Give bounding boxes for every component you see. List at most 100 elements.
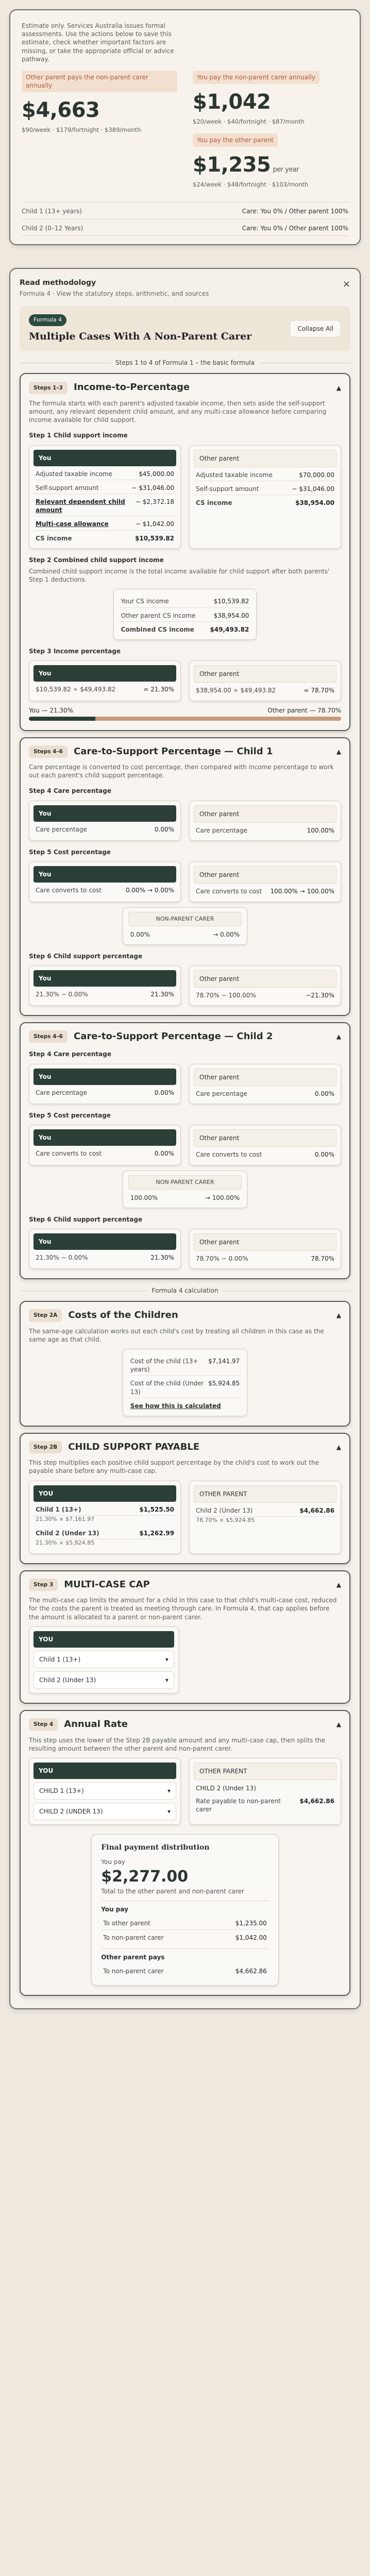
row-value: 0.00% xyxy=(314,1090,334,1097)
item-label: Child 2 (Under 13) xyxy=(39,1676,96,1684)
child-care-list: Child 1 (13+ years) Care: You 0% / Other … xyxy=(22,202,348,236)
row-label-link[interactable]: Relevant dependent child amount xyxy=(36,498,131,514)
row-value: $1,525.50 xyxy=(139,1505,174,1513)
row-label: Self-support amount xyxy=(36,484,99,492)
calc-text: $10,539.82 ÷ $49,493.82 xyxy=(36,686,116,693)
chevron-up-icon[interactable]: ▲ xyxy=(337,384,341,392)
cap-child-item[interactable]: Child 1 (13+) ▾ xyxy=(33,1650,174,1669)
row-value: 100.00% → 100.00% xyxy=(270,888,334,895)
row-label-link[interactable]: Multi-case allowance xyxy=(36,520,109,528)
cs-row: 78.70% − 100.00% −21.30% xyxy=(194,988,337,1001)
methodology-subtitle: Formula 4 · View the statutory steps, ar… xyxy=(20,290,209,297)
step-description: The same-age calculation works out each … xyxy=(29,1327,324,1343)
other-cs-percentage-card: Other parent 78.70% − 0.00% 78.70% xyxy=(189,1228,341,1269)
non-parent-carer-card: NON-PARENT CARER 0.00% → 0.00% xyxy=(122,907,248,945)
step-title: CHILD SUPPORT PAYABLE xyxy=(68,1441,200,1452)
row-label: Cost of the child (13+ years) xyxy=(130,1357,198,1374)
you-pay-group: You pay To other parent $1,235.00 To non-… xyxy=(101,1901,269,1943)
income-split-bar xyxy=(29,716,341,721)
step-description: This step multiplies each positive child… xyxy=(29,1459,319,1475)
row-value: − $31,046.00 xyxy=(292,485,334,493)
distribution-row: To other parent $1,235.00 xyxy=(101,1916,269,1930)
row-value: 0.00% xyxy=(154,825,174,833)
step-subheading: Step 1 Child support income xyxy=(29,432,128,439)
step-title: Costs of the Children xyxy=(68,1310,178,1321)
row-value: $1,235.00 xyxy=(235,1920,267,1927)
row-label: Rate payable to non-parent carer xyxy=(196,1798,281,1814)
chevron-up-icon[interactable]: ▲ xyxy=(337,1032,341,1041)
chevron-up-icon[interactable]: ▲ xyxy=(337,1720,341,1728)
you-percentage-card: You $10,539.82 ÷ $49,493.82 = 21.30% xyxy=(29,660,181,701)
party-head: OTHER PARENT xyxy=(194,1485,337,1503)
party-head: YOU xyxy=(33,1631,174,1648)
calc-result: 78.70% xyxy=(311,1255,334,1262)
other-care-card: Other parent Care percentage 100.00% xyxy=(189,800,341,841)
chevron-up-icon[interactable]: ▲ xyxy=(337,1443,341,1451)
you-cs-percentage-card: You 21.30% − 0.00% 21.30% xyxy=(29,1228,181,1269)
row-label: Care percentage xyxy=(196,826,247,834)
row-label: Other parent CS income xyxy=(121,612,196,619)
annual-child-item[interactable]: CHILD 1 (13+) ▾ xyxy=(33,1782,176,1800)
calc-text: 21.30% × $5,924.85 xyxy=(36,1539,95,1546)
methodology-panel: Read methodology Formula 4 · View the st… xyxy=(9,267,361,2010)
child-care-row: Child 1 (13+ years) Care: You 0% / Other … xyxy=(22,202,348,219)
chevron-up-icon[interactable]: ▲ xyxy=(337,1581,341,1589)
row-value: $45,000.00 xyxy=(139,470,174,478)
party-head: YOU xyxy=(33,1485,176,1502)
party-head: Other parent xyxy=(194,1068,337,1086)
care-row: Care percentage 0.00% xyxy=(33,822,176,835)
chevron-up-icon[interactable]: ▲ xyxy=(337,748,341,756)
payment-tag: You pay the other parent xyxy=(193,133,278,147)
cap-child-item[interactable]: Child 2 (Under 13) ▾ xyxy=(33,1671,174,1689)
row-label: Your CS income xyxy=(121,598,169,605)
other-care-card: Other parent Care percentage 0.00% xyxy=(189,1063,341,1104)
child-label: Child 2 (0–12 Years) xyxy=(22,224,83,232)
income-row: Self-support amount − $31,046.00 xyxy=(33,480,176,495)
collapse-all-button[interactable]: Collapse All xyxy=(290,319,341,338)
party-head: Other parent xyxy=(194,805,337,823)
combined-row: Your CS income $10,539.82 xyxy=(119,594,251,608)
item-label: Child 1 (13+) xyxy=(39,1655,81,1663)
row-value: − $2,372.18 xyxy=(136,498,174,506)
step-annual-rate: Step 4 Annual Rate ▲ This step uses the … xyxy=(20,1710,350,1996)
you-payable-card: YOU Child 1 (13+) $1,525.50 21.30% × $7,1… xyxy=(29,1480,181,1554)
np-row: 100.00% → 100.00% xyxy=(128,1190,242,1203)
payable-row: Child 2 (Under 13) $4,662.86 xyxy=(194,1503,337,1517)
row-value: $7,141.97 xyxy=(208,1357,240,1365)
step-subheading: Step 5 Cost percentage xyxy=(29,848,111,856)
step-care-child-2: Steps 4–6 Care-to-Support Percentage — C… xyxy=(20,1022,350,1280)
see-calculation-link[interactable]: See how this is calculated xyxy=(130,1402,221,1410)
you-cost-card: You Care converts to cost 0.00% → 0.00% xyxy=(29,861,181,902)
chevron-up-icon[interactable]: ▲ xyxy=(337,1311,341,1319)
percentage-row: $38,954.00 ÷ $49,493.82 = 78.70% xyxy=(194,683,337,696)
row-value: 0.00% → 0.00% xyxy=(126,887,174,894)
care-split: Care: You 0% / Other parent 100% xyxy=(242,208,348,215)
you-cost-card: You Care converts to cost 0.00% xyxy=(29,1125,181,1165)
annual-other-card: OTHER PARENT CHILD 2 (Under 13) Rate pay… xyxy=(189,1757,341,1825)
payment-amount: $1,042 xyxy=(193,90,271,114)
calc-text: $38,954.00 ÷ $49,493.82 xyxy=(196,687,276,694)
annual-child-item[interactable]: CHILD 2 (UNDER 13) ▾ xyxy=(33,1803,176,1821)
other-cost-card: Other parent Care converts to cost 0.00% xyxy=(189,1125,341,1165)
close-icon[interactable]: × xyxy=(343,278,350,291)
step-title: Income-to-Percentage xyxy=(74,382,190,393)
payment-breakdown: $90/week · $179/fortnight · $389/month xyxy=(22,126,141,134)
you-income-card: You Adjusted taxable income $45,000.00 Se… xyxy=(29,445,181,549)
row-label: Child 2 (Under 13) xyxy=(196,1506,253,1514)
np-result: → 0.00% xyxy=(213,931,240,939)
formula-pill: Formula 4 xyxy=(29,314,66,326)
other-payable-card: OTHER PARENT Child 2 (Under 13) $4,662.86… xyxy=(189,1480,341,1554)
care-row: Care percentage 0.00% xyxy=(194,1086,337,1099)
step-description: The multi-case cap limits the amount for… xyxy=(29,1597,337,1621)
row-label: Care percentage xyxy=(36,1089,87,1096)
step-subheading: Step 3 Income percentage xyxy=(29,647,121,655)
np-head: NON-PARENT CARER xyxy=(128,911,242,927)
calc-text: 78.70% − 0.00% xyxy=(196,1255,248,1262)
distribution-row: To non-parent carer $4,662.86 xyxy=(101,1963,269,1977)
row-label: Care converts to cost xyxy=(196,888,262,895)
row-value: 100.00% xyxy=(307,826,334,834)
step-title: Care-to-Support Percentage — Child 1 xyxy=(74,745,273,757)
child-costs-card: Cost of the child (13+ years) $7,141.97 C… xyxy=(122,1348,248,1416)
row-value: 0.00% xyxy=(154,1089,174,1096)
calc-text: 21.30% − 0.00% xyxy=(36,990,88,998)
